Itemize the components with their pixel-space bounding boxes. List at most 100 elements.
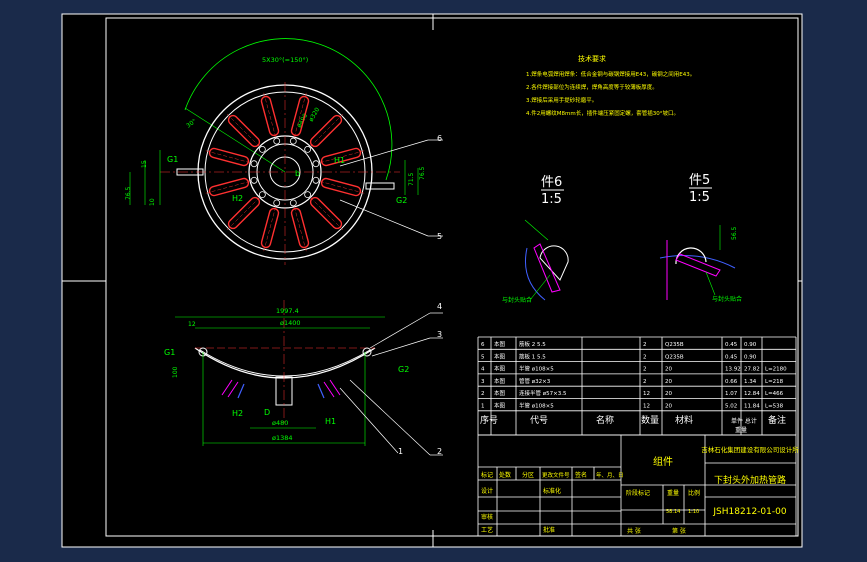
bom-cell-w1: 0.66 <box>725 379 738 385</box>
tb-sign-label: 签名 <box>575 471 587 479</box>
bom-cell-name: 半管 ø108×5 <box>519 365 554 373</box>
bom-header-qty: 数量 <box>641 414 659 426</box>
callout-6: 6 <box>437 134 442 143</box>
bom-cell-code: 本图 <box>494 402 506 410</box>
detail6-scale: 1:5 <box>541 192 562 207</box>
bom-cell-w1: 0.45 <box>725 342 738 348</box>
tb-std-label: 标准化 <box>543 487 561 495</box>
bom-cell-no: 2 <box>481 391 485 397</box>
label-g1-front: G1 <box>164 348 175 357</box>
label-g1-top: G1 <box>167 155 178 164</box>
tb-sheet-no: 第 张 <box>672 527 686 535</box>
bom-cell-code: 本图 <box>494 377 506 385</box>
bom-cell-qty: 12 <box>643 391 650 397</box>
bom-cell-code: 本图 <box>494 340 506 348</box>
tb-drawing-no: JSH18212-01-00 <box>712 507 786 517</box>
dim-right-76-5: 76.5 <box>419 166 426 180</box>
tb-review-label: 审核 <box>481 513 493 521</box>
label-g2-top: G2 <box>396 196 407 205</box>
bom-cell-name: 连接半管 ø57×3.5 <box>519 389 567 397</box>
callout-5: 5 <box>437 232 442 241</box>
callout-1: 1 <box>398 447 403 456</box>
bom-cell-w2: 0.90 <box>744 342 757 348</box>
callout-2: 2 <box>437 447 442 456</box>
label-g2-front: G2 <box>398 365 409 374</box>
bom-cell-material: Q235B <box>665 342 684 348</box>
notes-title: 技术要求 <box>578 54 606 63</box>
note-item-2: 2.各件焊接部位为连续焊，焊角高度等于较薄板厚度。 <box>526 83 658 91</box>
dia-dim-480: ø480 <box>272 419 288 427</box>
bom-header-note: 备注 <box>768 414 786 426</box>
tb-drawing-title: 下封头外加热管路 <box>714 474 786 486</box>
bom-cell-code: 本图 <box>494 389 506 397</box>
bom-cell-note: L=538 <box>765 404 784 410</box>
bom-cell-material: Q235B <box>665 354 684 360</box>
label-h2-front: H2 <box>232 409 243 418</box>
tb-process-label: 工艺 <box>481 526 493 534</box>
tb-part-group: 组件 <box>653 455 673 468</box>
tb-design-label: 设计 <box>481 487 493 495</box>
overall-dim-1997-4: 1997.4 <box>276 307 299 315</box>
dim-left-10: 10 <box>149 198 156 206</box>
drawing-paper <box>62 14 802 547</box>
cad-drawing: 技术要求 1.焊条电弧焊用焊条：低合金钢与碳钢焊接用E43，碳钢之间用E43。 … <box>0 0 867 562</box>
bom-cell-note: L=2180 <box>765 367 787 373</box>
tb-scale-value: 1:10 <box>688 509 699 515</box>
tb-sheet-total: 共 张 <box>627 527 641 535</box>
bom-header-material: 材料 <box>675 414 693 426</box>
label-h2-top: H2 <box>232 194 243 203</box>
bom-cell-w1: 5.02 <box>725 404 737 410</box>
tb-mark-label: 标记 <box>481 471 493 479</box>
bom-cell-w2: 12.84 <box>744 391 760 397</box>
detail5-dim: 56.5 <box>731 226 738 240</box>
note-item-1: 1.焊条电弧焊用焊条：低合金钢与碳钢焊接用E43，碳钢之间用E43。 <box>526 70 695 78</box>
bom-cell-w2: 27.82 <box>744 367 760 373</box>
note-item-3: 3.焊接后采用手提砂轮磨平。 <box>526 96 597 104</box>
bom-cell-material: 20 <box>665 379 672 385</box>
detail5-scale: 1:5 <box>689 190 710 205</box>
tb-stage-label: 阶段标记 <box>626 489 650 497</box>
tb-company: 吉林石化集团建设有限公司设计所 <box>701 445 799 454</box>
bom-header-no: 序号 <box>480 414 498 426</box>
label-d-front: D <box>264 408 270 417</box>
bom-cell-w1: 0.45 <box>725 354 738 360</box>
bom-cell-w2: 0.90 <box>744 354 757 360</box>
bom-cell-name: 筋板 1 5.5 <box>519 352 546 360</box>
callout-4: 4 <box>437 302 442 311</box>
tb-zone-label: 分区 <box>522 471 534 479</box>
bom-cell-qty: 2 <box>643 367 647 373</box>
bom-cell-material: 20 <box>665 367 672 373</box>
tb-count-label: 处数 <box>499 471 511 479</box>
label-h1-top: H1 <box>334 156 345 165</box>
dim-left-76-5: 76.5 <box>125 186 132 200</box>
bom-cell-no: 1 <box>481 404 485 410</box>
bom-cell-w1: 13.92 <box>725 367 741 373</box>
tb-change-label: 更改文件号 <box>542 471 570 479</box>
bom-cell-material: 20 <box>665 391 672 397</box>
bom-cell-no: 6 <box>481 342 485 348</box>
bom-cell-note: L=466 <box>765 391 784 397</box>
dim-right-71-5: 71.5 <box>408 172 415 186</box>
bom-cell-w2: 11.84 <box>744 404 760 410</box>
label-h1-front: H1 <box>325 417 336 426</box>
detail5-note: 与封头贴合 <box>712 295 742 303</box>
bom-cell-no: 4 <box>481 367 485 373</box>
dim-100-front: 100 <box>172 366 179 378</box>
bom-cell-qty: 2 <box>643 342 647 348</box>
dim-left-15: 15 <box>141 160 148 168</box>
angle-dimension-text: 5X30°(=150°) <box>262 56 308 64</box>
bom-cell-code: 本图 <box>494 352 506 360</box>
detail6-title: 件6 <box>541 175 562 190</box>
tb-weight-value: 58.14 <box>666 509 680 515</box>
tb-scale-label: 比例 <box>688 489 700 497</box>
label-b-top: b <box>295 169 300 178</box>
bom-header-weight: 单件 总计 <box>731 417 757 425</box>
bom-cell-qty: 12 <box>643 404 650 410</box>
detail6-note: 与封头贴合 <box>502 296 532 304</box>
bom-cell-qty: 2 <box>643 354 647 360</box>
detail5-title: 件5 <box>689 173 710 188</box>
tb-weight-label: 重量 <box>667 489 679 497</box>
bom-cell-w2: 1.34 <box>744 379 757 385</box>
bom-cell-note: L=218 <box>765 379 784 385</box>
bom-cell-qty: 2 <box>643 379 647 385</box>
